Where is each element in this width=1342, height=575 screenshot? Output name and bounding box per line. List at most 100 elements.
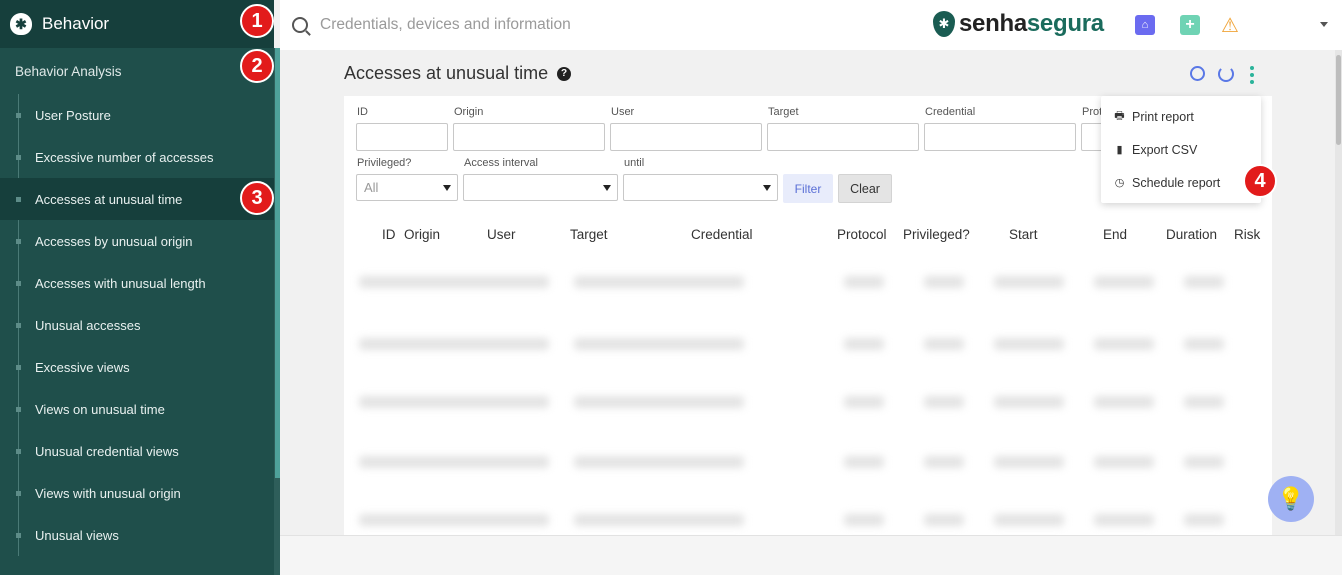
filter-credential-input[interactable] (924, 123, 1076, 151)
sidebar-item-accesses-unusual-length[interactable]: Accesses with unusual length (0, 262, 274, 304)
warning-icon[interactable]: ⚠ (1220, 15, 1240, 37)
table-row[interactable] (354, 392, 1264, 412)
sidebar-item-label: User Posture (35, 107, 111, 123)
search-icon[interactable] (1190, 66, 1205, 81)
page-title-wrapper: Accesses at unusual time ? (344, 63, 572, 84)
filter-privileged-select[interactable]: All (356, 174, 458, 201)
filter-until-select[interactable] (623, 174, 778, 201)
sidebar-item-label: Unusual views (35, 527, 119, 543)
sidebar-item-label: Accesses at unusual time (35, 191, 183, 207)
filter-user-input[interactable] (610, 123, 762, 151)
sidebar-item-excessive-accesses[interactable]: Excessive number of accesses (0, 136, 274, 178)
bullet-icon (16, 239, 21, 244)
table-row[interactable] (354, 334, 1264, 354)
table-row[interactable] (354, 510, 1264, 530)
topbar: ✱ senhasegura ⌂ + ⚠ (280, 0, 1342, 50)
column-header-risk[interactable]: Risk (1234, 227, 1260, 242)
brand-logo: ✱ senhasegura (933, 10, 1104, 38)
add-icon[interactable]: + (1180, 15, 1200, 35)
sidebar-item-label: Views on unusual time (35, 401, 165, 417)
column-header-protocol[interactable]: Protocol (837, 227, 887, 242)
menu-item-label: Print report (1132, 109, 1194, 124)
lightbulb-icon[interactable]: 💡 (1268, 476, 1314, 522)
table-row[interactable] (354, 452, 1264, 472)
sidebar-title: Behavior (42, 14, 110, 33)
help-icon[interactable]: ? (557, 66, 572, 81)
callout-badge-2: 2 (240, 49, 274, 83)
column-header-duration[interactable]: Duration (1166, 227, 1217, 242)
sidebar-item-accesses-unusual-time[interactable]: Accesses at unusual time (0, 178, 274, 220)
sidebar-item-label: Excessive views (35, 359, 130, 375)
sidebar-item-views-unusual-origin[interactable]: Views with unusual origin (0, 472, 274, 514)
global-search-input[interactable] (320, 16, 900, 34)
sidebar: ✱ Behavior Behavior Analysis User Postur… (0, 0, 274, 575)
sidebar-scrollbar-thumb[interactable] (275, 48, 280, 478)
footer-bar (280, 535, 1342, 575)
report-actions-menu: 🖶 Print report ▮ Export CSV ◷ Schedule repo… (1101, 96, 1261, 203)
sidebar-list: User Posture Excessive number of accesse… (0, 94, 274, 556)
brand-text-senha: senha (959, 10, 1027, 37)
menu-item-export-csv[interactable]: ▮ Export CSV (1101, 133, 1261, 166)
chevron-down-icon (443, 185, 451, 191)
column-header-origin[interactable]: Origin (404, 227, 440, 242)
chevron-down-icon[interactable] (1320, 22, 1328, 27)
sidebar-item-label: Unusual credential views (35, 443, 179, 459)
sidebar-item-label: Views with unusual origin (35, 485, 181, 501)
filter-label-id: ID (357, 106, 368, 118)
sidebar-item-excessive-views[interactable]: Excessive views (0, 346, 274, 388)
sidebar-item-unusual-credential-views[interactable]: Unusual credential views (0, 430, 274, 472)
bullet-icon (16, 155, 21, 160)
column-header-user[interactable]: User (487, 227, 516, 242)
bullet-icon (16, 281, 21, 286)
sidebar-item-label: Excessive number of accesses (35, 149, 214, 165)
sidebar-item-label: Accesses with unusual length (35, 275, 206, 291)
home-icon[interactable]: ⌂ (1135, 15, 1155, 35)
filter-target-input[interactable] (767, 123, 919, 151)
menu-item-schedule-report[interactable]: ◷ Schedule report (1101, 166, 1261, 199)
bullet-icon (16, 365, 21, 370)
filter-id-input[interactable] (356, 123, 448, 151)
page-title: Accesses at unusual time (344, 63, 549, 83)
chevron-down-icon (603, 185, 611, 191)
bullet-icon (16, 323, 21, 328)
brand-shield-icon: ✱ (933, 11, 955, 37)
filter-privileged-value: All (364, 180, 379, 195)
column-header-credential[interactable]: Credential (691, 227, 753, 242)
page-scrollbar-thumb[interactable] (1336, 55, 1341, 145)
refresh-icon[interactable] (1218, 66, 1234, 82)
column-header-target[interactable]: Target (570, 227, 608, 242)
column-header-id[interactable]: ID (382, 227, 396, 242)
menu-item-label: Export CSV (1132, 142, 1198, 157)
chevron-down-icon (763, 185, 771, 191)
menu-item-print-report[interactable]: 🖶 Print report (1101, 100, 1261, 133)
clear-button[interactable]: Clear (838, 174, 892, 203)
column-header-privileged[interactable]: Privileged? (903, 227, 970, 242)
bullet-icon (16, 197, 21, 202)
filter-label-user: User (611, 106, 635, 118)
filter-origin-input[interactable] (453, 123, 605, 151)
column-header-end[interactable]: End (1103, 227, 1127, 242)
filter-label-protocol: Prot (1082, 106, 1103, 118)
brand-text-segura: segura (1026, 10, 1104, 37)
bullet-icon (16, 113, 21, 118)
menu-item-label: Schedule report (1132, 175, 1221, 190)
sidebar-item-accesses-unusual-origin[interactable]: Accesses by unusual origin (0, 220, 274, 262)
callout-badge-4: 4 (1243, 164, 1277, 198)
column-header-start[interactable]: Start (1009, 227, 1038, 242)
sidebar-item-unusual-accesses[interactable]: Unusual accesses (0, 304, 274, 346)
file-icon: ▮ (1116, 144, 1123, 156)
sidebar-item-label: Unusual accesses (35, 317, 141, 333)
filter-button[interactable]: Filter (783, 174, 833, 203)
print-icon: 🖶 (1114, 110, 1125, 122)
filter-label-access-interval: Access interval (464, 157, 538, 169)
sidebar-section-behavior-analysis[interactable]: Behavior Analysis (0, 48, 274, 94)
sidebar-header[interactable]: ✱ Behavior (0, 0, 274, 48)
sidebar-item-views-unusual-time[interactable]: Views on unusual time (0, 388, 274, 430)
more-options-icon[interactable] (1250, 66, 1255, 84)
sidebar-item-unusual-views[interactable]: Unusual views (0, 514, 274, 556)
filter-access-interval-select[interactable] (463, 174, 618, 201)
bullet-icon (16, 533, 21, 538)
sidebar-item-label: Accesses by unusual origin (35, 233, 193, 249)
table-row[interactable] (354, 272, 1264, 292)
sidebar-item-user-posture[interactable]: User Posture (0, 94, 274, 136)
